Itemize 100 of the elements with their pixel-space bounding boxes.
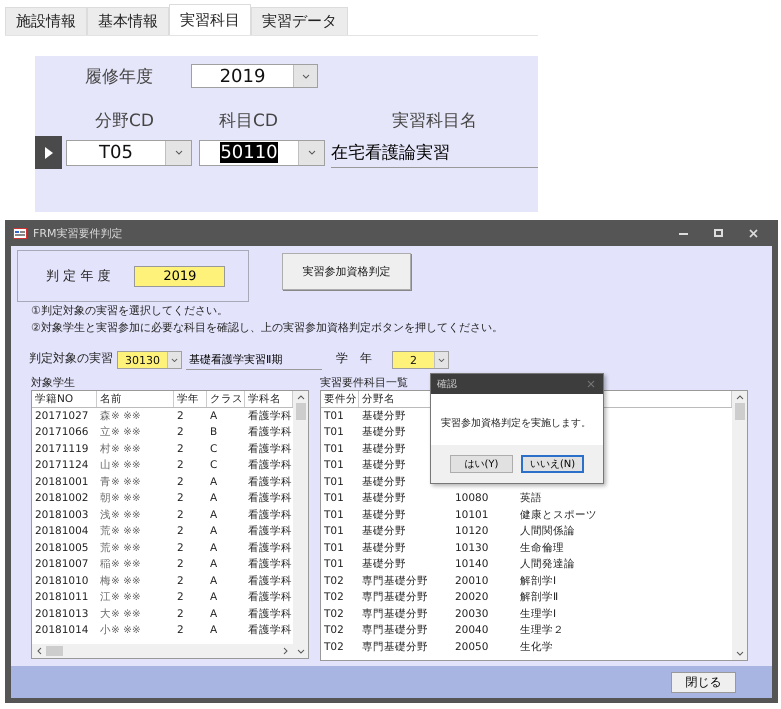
current-record-icon [44, 146, 52, 158]
column-header[interactable]: 分野名 [362, 393, 395, 405]
scroll-down-icon[interactable] [736, 651, 744, 656]
scroll-down-icon[interactable] [296, 649, 304, 654]
table-cell: 20181010 [35, 574, 88, 586]
table-cell: 2 [177, 426, 184, 438]
table-cell: 20181011 [35, 591, 88, 603]
record-selector[interactable] [35, 136, 62, 169]
vertical-scrollbar[interactable] [293, 391, 308, 658]
scroll-thumb[interactable] [296, 403, 306, 420]
table-cell: 生理学Ⅰ [520, 608, 556, 620]
table-cell: A [210, 591, 218, 603]
table-cell: 基礎分野 [362, 492, 406, 504]
scroll-left-icon[interactable] [36, 647, 42, 655]
table-cell: 江※ ※※ [100, 591, 141, 603]
column-header[interactable]: 学籍NO [35, 393, 74, 405]
table-cell: 看護学科 [248, 508, 292, 520]
table-cell: 小※ ※※ [100, 624, 141, 636]
caret-icon [171, 358, 178, 362]
table-cell: 20040 [455, 624, 488, 636]
table-cell: A [210, 624, 218, 636]
table-cell: 20181014 [35, 624, 88, 636]
table-cell: 看護学科 [248, 558, 292, 570]
table-cell: T01 [324, 558, 344, 570]
table-cell: T01 [324, 492, 344, 504]
scroll-up-icon[interactable] [296, 395, 304, 400]
subject-name-field[interactable]: 在宅看護論実習 [331, 138, 538, 168]
table-cell: 20181004 [35, 525, 88, 537]
table-cell: 基礎分野 [362, 476, 406, 488]
scroll-right-icon[interactable] [283, 647, 289, 655]
dialog-button[interactable]: いいえ(N) [521, 455, 584, 473]
subject-cd-combo[interactable]: 50110 [199, 140, 325, 166]
column-header[interactable]: 要件分 [324, 393, 357, 405]
table-cell: T01 [324, 410, 344, 422]
table-cell: 専門基礎分野 [362, 591, 428, 603]
instruction-text: ②対象学生と実習参加に必要な科目を確認し、上の実習参加資格判定ボタンを押してください。 [31, 320, 504, 336]
table-cell: A [210, 558, 218, 570]
form-tab[interactable]: 実習データ [251, 7, 348, 35]
form-tab[interactable]: 基本情報 [87, 7, 169, 35]
table-cell: 20181002 [35, 492, 88, 504]
horizontal-scrollbar[interactable] [32, 644, 293, 658]
dialog-title: 確認 [437, 378, 457, 391]
column-header[interactable]: 学年 [177, 393, 199, 405]
table-cell: 生理学２ [520, 624, 564, 636]
table-cell: 大※ ※※ [100, 608, 141, 620]
scroll-up-icon[interactable] [736, 395, 744, 400]
table-cell: 荒※ ※※ [100, 542, 141, 554]
table-cell: 梅※ ※※ [100, 574, 141, 586]
table-cell: 20030 [455, 608, 488, 620]
table-cell: 立※ ※※ [100, 426, 141, 438]
table-cell: 基礎分野 [362, 508, 406, 520]
table-cell: 生命倫理 [520, 542, 564, 554]
table-cell: B [210, 426, 218, 438]
table-cell: 20181005 [35, 542, 88, 554]
form-tab[interactable]: 実習科目 [169, 4, 251, 35]
dialog-button[interactable]: はい(Y) [450, 455, 513, 473]
table-cell: 2 [177, 558, 184, 570]
year-combo[interactable]: 2019 [191, 64, 318, 88]
judge-button[interactable]: 実習参加資格判定 [282, 253, 411, 290]
table-cell: T01 [324, 442, 344, 454]
column-header[interactable]: クラス [210, 393, 243, 405]
vertical-scrollbar[interactable] [732, 391, 747, 660]
table-cell: A [210, 574, 218, 586]
caret-icon [308, 150, 316, 155]
table-cell: 看護学科 [248, 426, 292, 438]
minimize-icon[interactable] [679, 232, 688, 234]
table-cell: 村※ ※※ [100, 442, 141, 454]
grade-combo[interactable]: 2 [392, 351, 449, 369]
close-button[interactable]: 閉じる [671, 672, 736, 692]
column-header[interactable]: 名前 [100, 393, 122, 405]
table-cell: 基礎分野 [362, 558, 406, 570]
table-cell: C [210, 442, 218, 454]
table-cell: 解剖学Ⅰ [520, 574, 556, 586]
field-cd-combo[interactable]: T05 [66, 140, 192, 166]
table-cell: 10130 [455, 542, 488, 554]
table-cell: A [210, 608, 218, 620]
table-cell: T01 [324, 525, 344, 537]
practicum-combo[interactable]: 30130 [117, 351, 182, 369]
maximize-icon[interactable] [714, 229, 723, 237]
table-cell: 看護学科 [248, 591, 292, 603]
table-cell: 2 [177, 591, 184, 603]
table-cell: 2 [177, 410, 184, 422]
column-header: 分野CD [95, 110, 154, 132]
table-cell: 専門基礎分野 [362, 574, 428, 586]
field-label: 判定対象の実習 [29, 350, 113, 367]
year-input[interactable]: 2019 [134, 266, 226, 286]
table-cell: 看護学科 [248, 608, 292, 620]
scroll-thumb[interactable] [46, 646, 63, 656]
column-header: 科目CD [218, 110, 278, 132]
table-cell: 基礎分野 [362, 426, 406, 438]
table-cell: T02 [324, 640, 344, 652]
table-cell: 看護学科 [248, 624, 292, 636]
table-cell: 看護学科 [248, 410, 292, 422]
column-header[interactable]: 学科名 [248, 393, 281, 405]
field-label: 学 年 [336, 350, 373, 367]
close-icon[interactable] [587, 380, 595, 388]
scroll-thumb[interactable] [734, 403, 744, 420]
table-cell: 看護学科 [248, 542, 292, 554]
table-cell: 専門基礎分野 [362, 640, 428, 652]
form-tab[interactable]: 施設情報 [5, 7, 87, 35]
